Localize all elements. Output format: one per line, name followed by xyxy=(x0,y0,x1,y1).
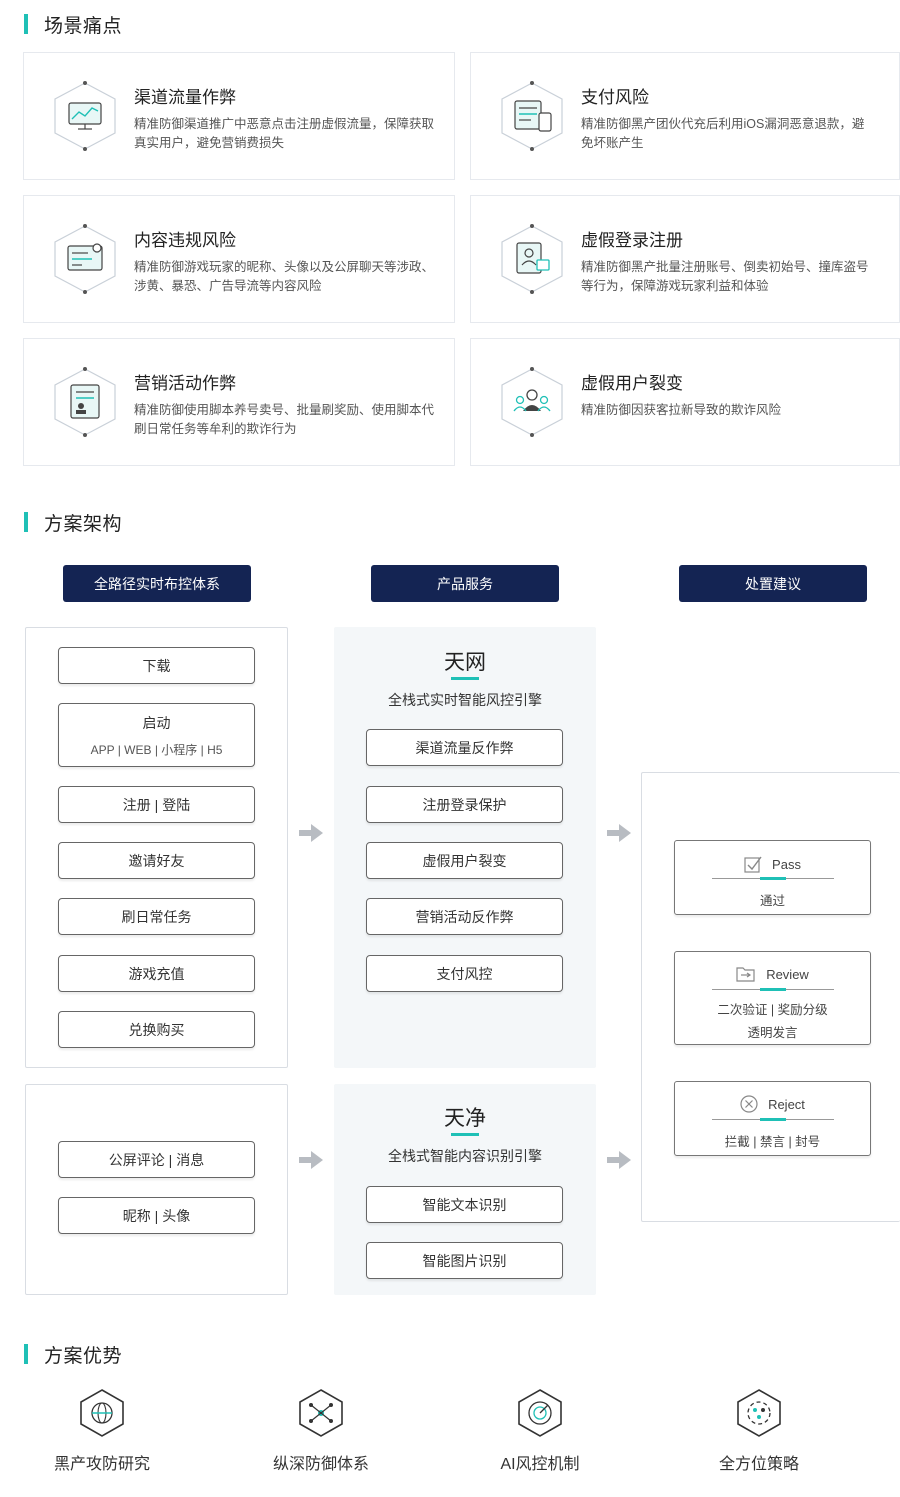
result-review: Review 二次验证 | 奖励分级 透明发言 xyxy=(674,951,871,1045)
advantage-blackmarket-research: 黑产攻防研究 xyxy=(37,1388,167,1474)
section-title-advantages: 方案优势 xyxy=(24,1342,123,1367)
step-game-recharge: 游戏充值 xyxy=(58,955,255,992)
section-title-text: 场景痛点 xyxy=(44,15,123,37)
step-daily-tasks: 刷日常任务 xyxy=(58,898,255,935)
service-register-login-protection: 注册登录保护 xyxy=(366,786,563,823)
result-reject-header: Reject xyxy=(675,1095,870,1113)
tianjing-title: 天净 xyxy=(444,1107,486,1130)
header-product-service: 产品服务 xyxy=(371,565,559,602)
section-title-text: 方案架构 xyxy=(44,513,123,535)
result-pass-label: Pass xyxy=(772,856,801,872)
result-review-header: Review xyxy=(675,965,870,983)
card-desc: 精准防御黑产团伙代充后利用iOS漏洞恶意退款，避免坏账产生 xyxy=(581,117,865,150)
step-register-login: 注册 | 登陆 xyxy=(58,786,255,823)
step-launch-platforms: APP | WEB | 小程序 | H5 xyxy=(90,742,223,757)
header-disposal-advice: 处置建议 xyxy=(679,565,867,602)
result-review-desc-2: 透明发言 xyxy=(747,1026,798,1040)
card-title: 支付风险 xyxy=(581,88,649,107)
arrow-right-icon xyxy=(299,824,323,842)
result-divider xyxy=(712,988,834,991)
step-invite-friends: 邀请好友 xyxy=(58,842,255,879)
review-folder-icon xyxy=(736,967,755,982)
card-desc: 精准防御黑产批量注册账号、倒卖初始号、撞库盗号等行为，保障游戏玩家利益和体验 xyxy=(581,260,869,293)
tianwang-title: 天网 xyxy=(444,651,486,674)
section-accent-bar xyxy=(24,14,28,34)
orbit-strategy-icon xyxy=(737,1389,781,1437)
result-reject-label: Reject xyxy=(768,1096,805,1112)
step-launch-label: 启动 xyxy=(142,714,171,731)
document-screen-icon xyxy=(54,224,116,294)
user-group-icon xyxy=(501,367,563,437)
card-desc: 精准防御使用脚本养号卖号、批量刷奖励、使用脚本代刷日常任务等牟利的欺诈行为 xyxy=(134,403,435,436)
section-accent-bar xyxy=(24,512,28,532)
pain-card-fake-referral: 虚假用户裂变 精准防御因获客拉新导致的欺诈风险 xyxy=(470,338,900,466)
section-title-architecture: 方案架构 xyxy=(24,510,123,535)
monitor-chart-icon xyxy=(54,81,116,151)
result-review-desc-1: 二次验证 | 奖励分级 xyxy=(717,1003,828,1017)
pain-card-marketing-fraud: 营销活动作弊 精准防御使用脚本养号卖号、批量刷奖励、使用脚本代刷日常任务等牟利的… xyxy=(23,338,455,466)
step-download: 下载 xyxy=(58,647,255,684)
tianjing-underline xyxy=(451,1133,479,1136)
result-divider xyxy=(712,877,834,880)
service-channel-anti-fraud: 渠道流量反作弊 xyxy=(366,729,563,766)
card-title: 渠道流量作弊 xyxy=(134,88,236,107)
arrow-right-icon xyxy=(299,1151,323,1169)
section-title-pain: 场景痛点 xyxy=(24,12,123,37)
service-text-recognition: 智能文本识别 xyxy=(366,1186,563,1223)
path-panel-bottom xyxy=(25,1084,288,1295)
pain-card-fake-login: 虚假登录注册 精准防御黑产批量注册账号、倒卖初始号、撞库盗号等行为，保障游戏玩家… xyxy=(470,195,900,323)
result-divider xyxy=(712,1118,834,1121)
section-accent-bar xyxy=(24,1344,28,1364)
user-login-icon xyxy=(501,224,563,294)
step-nickname-avatar: 昵称 | 头像 xyxy=(58,1197,255,1234)
section-title-text: 方案优势 xyxy=(44,1345,123,1367)
close-circle-icon xyxy=(740,1095,758,1113)
id-card-icon xyxy=(54,367,116,437)
advantage-ai-risk-control: AI风控机制 xyxy=(475,1388,605,1474)
service-image-recognition: 智能图片识别 xyxy=(366,1242,563,1279)
result-pass-desc: 通过 xyxy=(759,894,785,908)
globe-shield-icon xyxy=(80,1389,124,1437)
result-reject: Reject 拦截 | 禁言 | 封号 xyxy=(674,1081,871,1156)
service-fake-referral: 虚假用户裂变 xyxy=(366,842,563,879)
result-pass: Pass 通过 xyxy=(674,840,871,915)
advantage-defense-in-depth: 纵深防御体系 xyxy=(256,1388,386,1474)
tianwang-subtitle: 全栈式实时智能风控引擎 xyxy=(388,692,542,708)
result-reject-desc: 拦截 | 禁言 | 封号 xyxy=(724,1135,821,1149)
step-public-comment: 公屏评论 | 消息 xyxy=(58,1141,255,1178)
result-review-label: Review xyxy=(766,966,809,982)
advantage-label: 黑产攻防研究 xyxy=(53,1456,150,1473)
header-full-path-control: 全路径实时布控体系 xyxy=(63,565,251,602)
service-marketing-anti-fraud: 营销活动反作弊 xyxy=(366,898,563,935)
card-title: 虚假登录注册 xyxy=(581,231,683,250)
ai-radar-icon xyxy=(518,1389,562,1437)
network-node-icon xyxy=(299,1389,343,1437)
tianwang-underline xyxy=(451,677,479,680)
arrow-right-icon xyxy=(607,824,631,842)
pain-card-payment-risk: 支付风险 精准防御黑产团伙代充后利用iOS漏洞恶意退款，避免坏账产生 xyxy=(470,52,900,180)
payment-terminal-icon xyxy=(501,81,563,151)
advantage-label: 纵深防御体系 xyxy=(272,1456,369,1473)
service-payment-risk-control: 支付风控 xyxy=(366,955,563,992)
pain-card-channel-fraud: 渠道流量作弊 精准防御渠道推广中恶意点击注册虚假流量，保障获取真实用户，避免营销… xyxy=(23,52,455,180)
advantage-label: AI风控机制 xyxy=(500,1456,580,1473)
tianjing-subtitle: 全栈式智能内容识别引擎 xyxy=(388,1148,542,1164)
card-desc: 精准防御渠道推广中恶意点击注册虚假流量，保障获取真实用户，避免营销费损失 xyxy=(134,117,435,150)
card-title: 虚假用户裂变 xyxy=(581,374,683,393)
step-redeem-purchase: 兑换购买 xyxy=(58,1011,255,1048)
pain-card-content-risk: 内容违规风险 精准防御游戏玩家的昵称、头像以及公屏聊天等涉政、涉黄、暴恐、广告导… xyxy=(23,195,455,323)
card-title: 营销活动作弊 xyxy=(134,374,236,393)
advantage-label: 全方位策略 xyxy=(718,1456,799,1473)
checkbox-icon xyxy=(744,856,762,873)
step-launch: 启动 APP | WEB | 小程序 | H5 xyxy=(58,703,255,767)
arrow-right-icon xyxy=(607,1151,631,1169)
card-desc: 精准防御因获客拉新导致的欺诈风险 xyxy=(581,403,782,417)
card-desc: 精准防御游戏玩家的昵称、头像以及公屏聊天等涉政、涉黄、暴恐、广告导流等内容风险 xyxy=(134,260,435,293)
advantage-all-round-strategy: 全方位策略 xyxy=(694,1388,824,1474)
card-title: 内容违规风险 xyxy=(134,231,236,250)
result-pass-header: Pass xyxy=(675,855,870,873)
